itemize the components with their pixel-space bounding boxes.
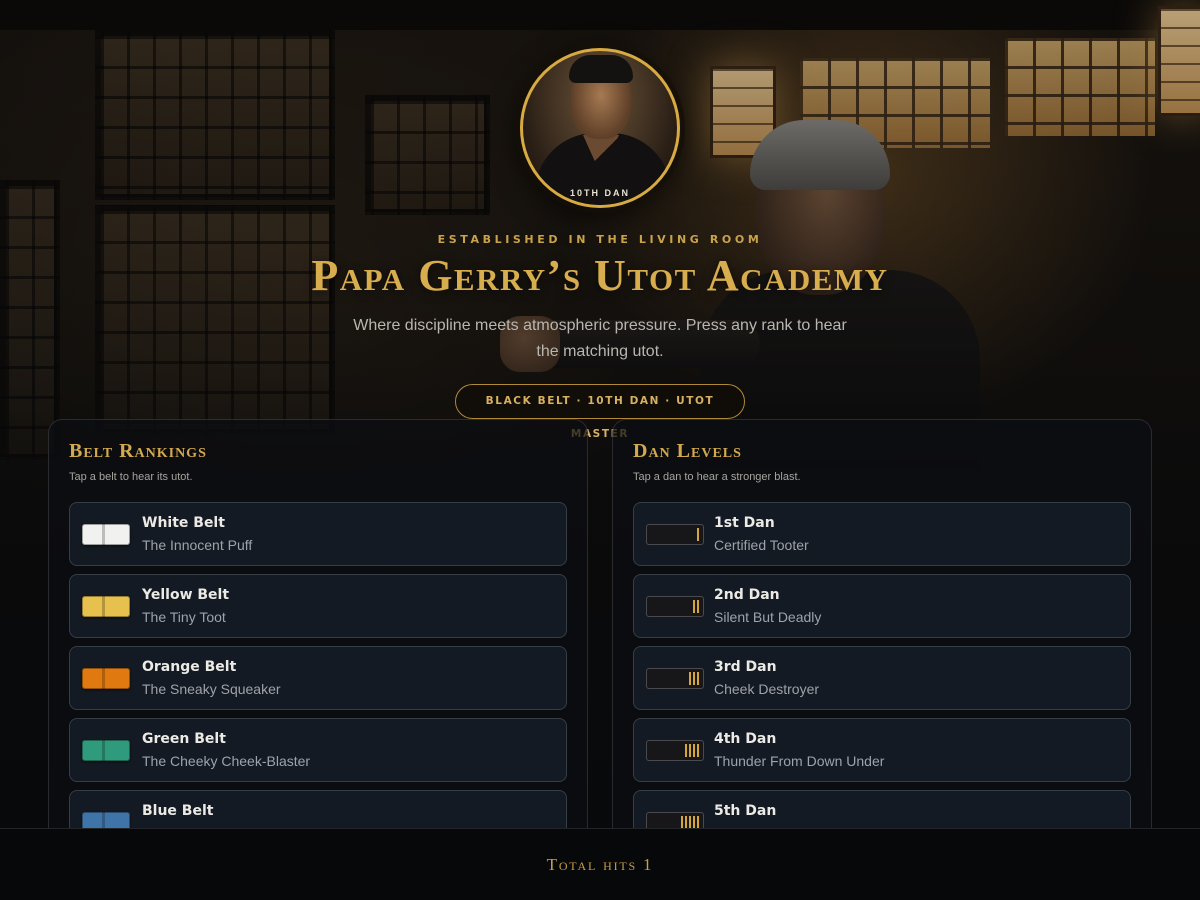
belt-name: Orange Belt bbox=[142, 659, 237, 675]
belt-rankings-panel: Belt Rankings Tap a belt to hear its uto… bbox=[48, 419, 588, 849]
dan-item-3[interactable]: 3rd Dan Cheek Destroyer bbox=[633, 646, 1131, 710]
belt-item-orange[interactable]: Orange Belt The Sneaky Squeaker bbox=[69, 646, 567, 710]
dan-stripe bbox=[693, 744, 695, 757]
master-rank-badge: Black Belt · 10th Dan · Utot Master bbox=[455, 384, 745, 440]
total-hits-counter: Total hits 1 bbox=[546, 855, 654, 874]
panel-title: Belt Rankings bbox=[69, 440, 207, 462]
orange-belt-icon bbox=[82, 668, 130, 689]
dan-name: 1st Dan bbox=[714, 515, 775, 531]
footer-bar: Total hits 1 bbox=[0, 828, 1200, 900]
eyebrow-text: Established in the living room bbox=[437, 233, 763, 246]
dan-stripe bbox=[693, 672, 695, 685]
belt-item-white[interactable]: White Belt The Innocent Puff bbox=[69, 502, 567, 566]
dan-tagline: Silent But Deadly bbox=[714, 609, 822, 625]
belt-name: Yellow Belt bbox=[142, 587, 230, 603]
panel-hint: Tap a dan to hear a stronger blast. bbox=[633, 471, 801, 483]
white-belt-icon bbox=[82, 524, 130, 545]
dan-tagline: Thunder From Down Under bbox=[714, 753, 885, 769]
dan-name: 2nd Dan bbox=[714, 587, 780, 603]
green-belt-icon bbox=[82, 740, 130, 761]
dan-stripe bbox=[693, 600, 695, 613]
belt-item-yellow[interactable]: Yellow Belt The Tiny Toot bbox=[69, 574, 567, 638]
dan-tagline: Cheek Destroyer bbox=[714, 681, 820, 697]
dan-stripe bbox=[685, 744, 687, 757]
dan-item-4[interactable]: 4th Dan Thunder From Down Under bbox=[633, 718, 1131, 782]
belt-item-green[interactable]: Green Belt The Cheeky Cheek-Blaster bbox=[69, 718, 567, 782]
panel-title: Dan Levels bbox=[633, 440, 742, 462]
belt-tagline: The Sneaky Squeaker bbox=[142, 681, 281, 697]
black-belt-icon bbox=[646, 524, 704, 545]
page-subtitle: Where discipline meets atmospheric press… bbox=[353, 317, 847, 360]
dan-stripe bbox=[689, 672, 691, 685]
panel-hint: Tap a belt to hear its utot. bbox=[69, 471, 193, 483]
belt-name: Blue Belt bbox=[142, 803, 214, 819]
dan-name: 3rd Dan bbox=[714, 659, 777, 675]
black-belt-icon bbox=[646, 596, 704, 617]
dan-item-2[interactable]: 2nd Dan Silent But Deadly bbox=[633, 574, 1131, 638]
belt-tagline: The Innocent Puff bbox=[142, 537, 253, 553]
belt-name: Green Belt bbox=[142, 731, 226, 747]
dan-stripe bbox=[697, 528, 699, 541]
dan-levels-panel: Dan Levels Tap a dan to hear a stronger … bbox=[612, 419, 1152, 849]
dan-name: 5th Dan bbox=[714, 803, 777, 819]
page-title: Papa Gerry’s Utot Academy bbox=[311, 251, 889, 300]
dan-name: 4th Dan bbox=[714, 731, 777, 747]
dan-stripe bbox=[689, 744, 691, 757]
dan-tagline: Certified Tooter bbox=[714, 537, 809, 553]
dan-list: 1st Dan Certified Tooter 2nd Dan Silent … bbox=[633, 502, 1131, 848]
avatar-rank-label: 10TH DAN bbox=[569, 188, 630, 198]
belt-name: White Belt bbox=[142, 515, 225, 531]
belt-tagline: The Tiny Toot bbox=[142, 609, 226, 625]
dan-stripe bbox=[697, 744, 699, 757]
avatar: 10TH DAN bbox=[520, 48, 680, 208]
yellow-belt-icon bbox=[82, 596, 130, 617]
dan-stripe bbox=[697, 600, 699, 613]
black-belt-icon bbox=[646, 740, 704, 761]
belt-list: White Belt The Innocent Puff Yellow Belt… bbox=[69, 502, 567, 848]
dan-stripe bbox=[697, 672, 699, 685]
black-belt-icon bbox=[646, 668, 704, 689]
dan-item-1[interactable]: 1st Dan Certified Tooter bbox=[633, 502, 1131, 566]
belt-tagline: The Cheeky Cheek-Blaster bbox=[142, 753, 311, 769]
